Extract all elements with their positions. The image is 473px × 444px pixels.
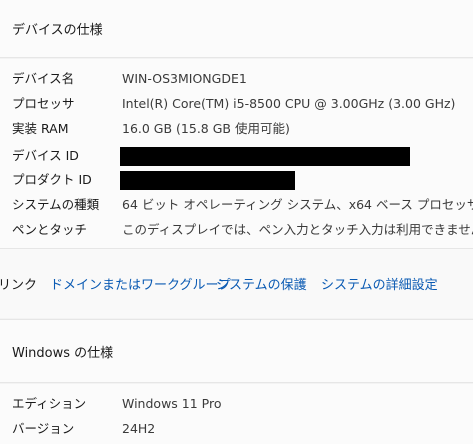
spec-row-device-name: デバイス名 WIN-OS3MIONGDE1: [0, 66, 473, 91]
device-spec-list: デバイス名 WIN-OS3MIONGDE1 プロセッサ Intel(R) Cor…: [0, 59, 473, 248]
windows-spec-header[interactable]: Windows の仕様: [0, 319, 473, 383]
spec-row-ram: 実装 RAM 16.0 GB (15.8 GB 使用可能): [0, 116, 473, 141]
spec-label: システムの種類: [12, 197, 100, 212]
spec-row-edition: エディション Windows 11 Pro: [0, 391, 473, 416]
spec-label: 実装 RAM: [12, 121, 69, 136]
spec-label: デバイス ID: [12, 148, 79, 163]
spec-value[interactable]: Intel(R) Core(TM) i5-8500 CPU @ 3.00GHz …: [122, 91, 455, 116]
spec-value[interactable]: このディスプレイでは、ペン入力とタッチ入力は利用できません: [122, 217, 473, 242]
spec-row-processor: プロセッサ Intel(R) Core(TM) i5-8500 CPU @ 3.…: [0, 91, 473, 116]
spec-row-device-id: デバイス ID: [0, 143, 473, 168]
spec-value[interactable]: 64 ビット オペレーティング システム、x64 ベース プロセッサ: [122, 192, 473, 217]
redacted-device-id: [120, 147, 410, 166]
redacted-product-id: [120, 171, 295, 190]
windows-spec-title: Windows の仕様: [12, 345, 114, 361]
spec-label: プロセッサ: [12, 96, 75, 111]
spec-row-version: バージョン 24H2: [0, 416, 473, 441]
spec-value[interactable]: 24H2: [122, 416, 155, 441]
spec-value[interactable]: Windows 11 Pro: [122, 391, 221, 416]
related-links-bar: リンク ドメインまたはワークグループ システムの保護 システムの詳細設定: [0, 248, 473, 320]
spec-row-product-id: プロダクト ID: [0, 167, 473, 192]
advanced-system-settings-link[interactable]: システムの詳細設定: [321, 274, 438, 293]
spec-row-system-type: システムの種類 64 ビット オペレーティング システム、x64 ベース プロセ…: [0, 192, 473, 217]
spec-label: バージョン: [12, 421, 75, 436]
related-links-label: リンク: [0, 278, 38, 293]
spec-row-pen-touch: ペンとタッチ このディスプレイでは、ペン入力とタッチ入力は利用できません: [0, 217, 473, 242]
spec-value[interactable]: WIN-OS3MIONGDE1: [122, 66, 247, 91]
device-spec-title: デバイスの仕様: [12, 23, 103, 38]
domain-workgroup-link[interactable]: ドメインまたはワークグループ: [50, 274, 231, 293]
system-protection-link[interactable]: システムの保護: [216, 274, 307, 293]
spec-label: エディション: [12, 396, 87, 411]
spec-value[interactable]: 16.0 GB (15.8 GB 使用可能): [122, 116, 290, 141]
windows-spec-list: エディション Windows 11 Pro バージョン 24H2: [0, 384, 473, 444]
spec-label: デバイス名: [12, 71, 75, 86]
spec-label: プロダクト ID: [12, 172, 92, 187]
spec-label: ペンとタッチ: [12, 222, 88, 237]
device-spec-header[interactable]: デバイスの仕様: [0, 0, 473, 58]
